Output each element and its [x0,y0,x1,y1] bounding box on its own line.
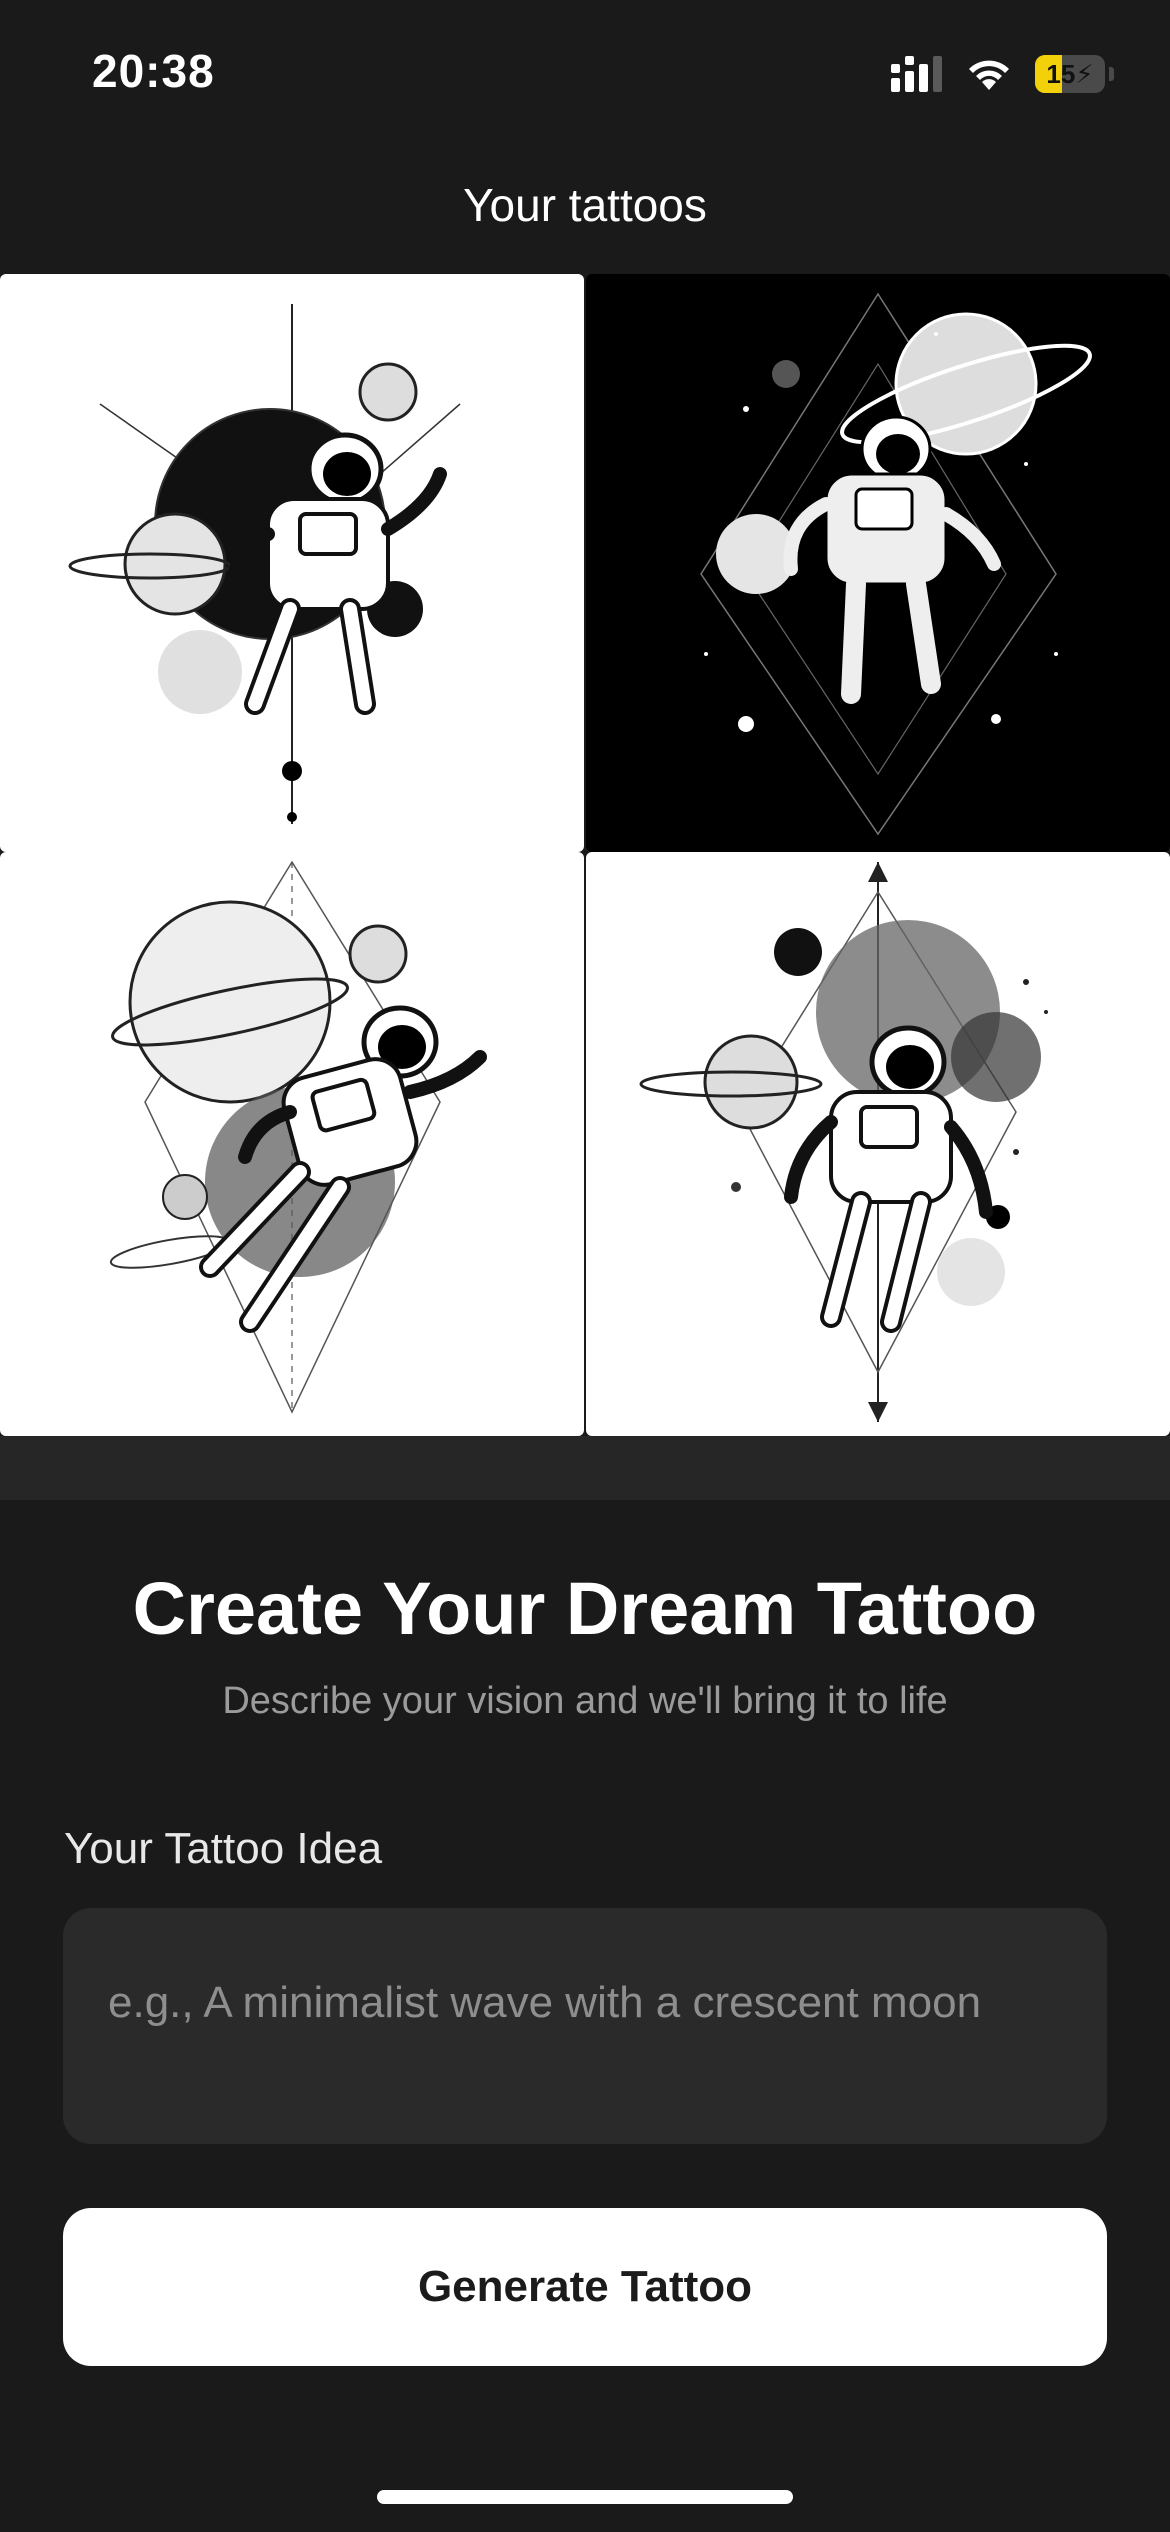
battery-level: 15 ⚡ [1046,58,1094,89]
signal-icon [891,56,942,92]
wifi-icon [969,60,1009,90]
status-icons: 15 ⚡ [891,52,1114,96]
astronaut-tattoo-image [639,862,1048,1422]
page-title: Your tattoos [463,179,707,231]
tattoo-idea-input[interactable] [63,1908,1107,2144]
tattoo-card-2[interactable] [586,274,1170,852]
tattoo-card-4[interactable] [586,852,1170,1436]
astronaut-tattoo-image [68,304,461,824]
astronaut-tattoo-image [109,860,487,1414]
home-indicator[interactable] [377,2490,793,2504]
status-time: 20:38 [92,45,215,97]
tattoo-idea-label: Your Tattoo Idea [64,1824,383,1873]
tattoo-card-1[interactable] [0,274,584,852]
gallery-divider [0,1436,1170,1500]
tattoo-card-3[interactable] [0,852,584,1436]
battery-nub [1109,67,1114,81]
form-title: Create Your Dream Tattoo [132,1567,1038,1650]
app-screen: 20:38 15 ⚡ Your tattoos Create Your Drea… [0,0,1170,2532]
tattoo-gallery [0,274,1170,1436]
astronaut-tattoo-image [700,292,1092,836]
status-bar: 20:38 15 ⚡ [0,0,1170,150]
generate-tattoo-button[interactable]: Generate Tattoo [63,2208,1107,2366]
battery-charging-icon: 15 ⚡ [1035,55,1105,93]
form-subtitle: Describe your vision and we'll bring it … [222,1680,948,1722]
